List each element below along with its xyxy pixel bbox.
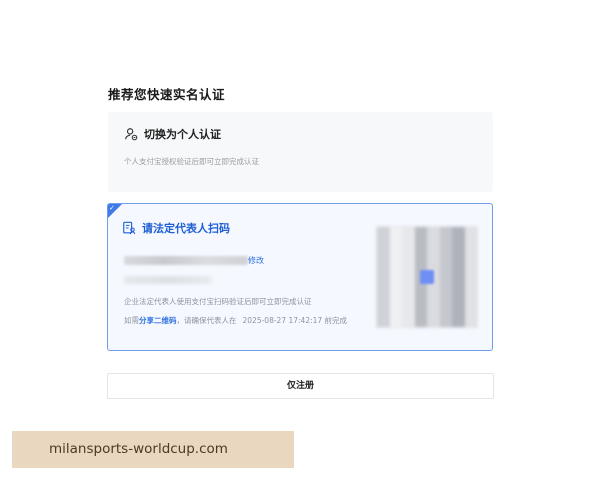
share-prefix: 如需 bbox=[124, 316, 139, 325]
person-switch-icon bbox=[125, 128, 138, 141]
qr-module bbox=[377, 314, 390, 327]
document-person-icon bbox=[123, 221, 136, 235]
share-qr-link[interactable]: 分享二维码 bbox=[139, 315, 177, 326]
blurred-company-name bbox=[124, 256, 248, 265]
qr-module bbox=[427, 252, 440, 265]
qr-module bbox=[389, 289, 402, 302]
qr-module bbox=[414, 302, 427, 315]
qr-module bbox=[389, 227, 402, 240]
qr-module bbox=[414, 239, 427, 252]
qr-module bbox=[439, 264, 452, 277]
personal-auth-title: 切换为个人认证 bbox=[144, 128, 221, 141]
qr-module bbox=[402, 277, 415, 290]
qr-module bbox=[464, 252, 477, 265]
page-title: 推荐您快速实名认证 bbox=[108, 87, 226, 102]
qr-module bbox=[389, 264, 402, 277]
qr-module bbox=[439, 302, 452, 315]
qr-module bbox=[414, 227, 427, 240]
share-suffix: ，请确保代表人在 bbox=[176, 316, 237, 325]
watermark-text: milansports-worldcup.com bbox=[49, 441, 228, 457]
qr-module bbox=[439, 227, 452, 240]
qr-module bbox=[439, 314, 452, 327]
qr-module bbox=[389, 314, 402, 327]
qr-module bbox=[389, 277, 402, 290]
qr-module bbox=[427, 302, 440, 315]
qr-module bbox=[464, 314, 477, 327]
qr-module bbox=[452, 314, 465, 327]
qr-module bbox=[464, 264, 477, 277]
qr-module bbox=[402, 302, 415, 315]
qr-module bbox=[452, 252, 465, 265]
register-only-button[interactable]: 仅注册 bbox=[107, 373, 494, 399]
legal-rep-auth-option[interactable]: ✓ 请法定代表人扫码 修改 企业法定代表人使用支付宝扫码验证后即可立即完成认证 … bbox=[107, 203, 493, 351]
legal-rep-description: 企业法定代表人使用支付宝扫码验证后即可立即完成认证 bbox=[124, 297, 312, 306]
qr-module bbox=[377, 264, 390, 277]
personal-auth-option[interactable]: 切换为个人认证 个人支付宝授权验证后即可立即完成认证 bbox=[108, 112, 493, 192]
qr-module bbox=[402, 289, 415, 302]
qr-module bbox=[402, 252, 415, 265]
qr-module bbox=[389, 239, 402, 252]
qr-module bbox=[377, 302, 390, 315]
qr-module bbox=[377, 289, 390, 302]
qr-module bbox=[464, 289, 477, 302]
qr-module bbox=[452, 227, 465, 240]
qr-module bbox=[414, 252, 427, 265]
qr-module bbox=[439, 252, 452, 265]
qr-module bbox=[439, 277, 452, 290]
qr-module bbox=[377, 239, 390, 252]
qr-module bbox=[427, 227, 440, 240]
qr-module bbox=[427, 289, 440, 302]
qr-module bbox=[402, 264, 415, 277]
qr-module bbox=[464, 227, 477, 240]
qr-module bbox=[414, 289, 427, 302]
qr-module bbox=[402, 227, 415, 240]
qr-module bbox=[377, 252, 390, 265]
qr-module bbox=[439, 239, 452, 252]
edit-link[interactable]: 修改 bbox=[248, 255, 264, 266]
personal-auth-subtitle: 个人支付宝授权验证后即可立即完成认证 bbox=[124, 157, 259, 166]
qr-module bbox=[427, 314, 440, 327]
qr-module bbox=[464, 302, 477, 315]
qr-module bbox=[464, 239, 477, 252]
qr-module bbox=[414, 314, 427, 327]
qr-module bbox=[464, 277, 477, 290]
share-instruction: 如需 分享二维码 ，请确保代表人在 2025-08-27 17:42:17 前完… bbox=[124, 315, 347, 326]
qr-center-logo bbox=[420, 270, 434, 284]
qr-module bbox=[389, 252, 402, 265]
qr-module bbox=[452, 302, 465, 315]
qr-module bbox=[427, 239, 440, 252]
qr-module bbox=[452, 264, 465, 277]
qr-module bbox=[377, 227, 390, 240]
qr-module bbox=[377, 277, 390, 290]
qr-module bbox=[389, 302, 402, 315]
blurred-rep-name bbox=[124, 276, 212, 284]
check-icon: ✓ bbox=[109, 204, 115, 212]
qr-module bbox=[439, 289, 452, 302]
qr-module bbox=[452, 289, 465, 302]
legal-rep-header: 请法定代表人扫码 bbox=[122, 220, 230, 236]
qr-module bbox=[452, 277, 465, 290]
legal-rep-title: 请法定代表人扫码 bbox=[142, 222, 230, 235]
qr-module bbox=[402, 314, 415, 327]
qr-module bbox=[402, 239, 415, 252]
deadline-text: 2025-08-27 17:42:17 前完成 bbox=[242, 316, 348, 325]
qr-module bbox=[452, 239, 465, 252]
personal-auth-header: 切换为个人认证 bbox=[124, 126, 221, 142]
watermark-banner: milansports-worldcup.com bbox=[12, 431, 294, 468]
auth-page: 推荐您快速实名认证 切换为个人认证 个人支付宝授权验证后即可立即完成认证 ✓ 请… bbox=[0, 0, 600, 480]
